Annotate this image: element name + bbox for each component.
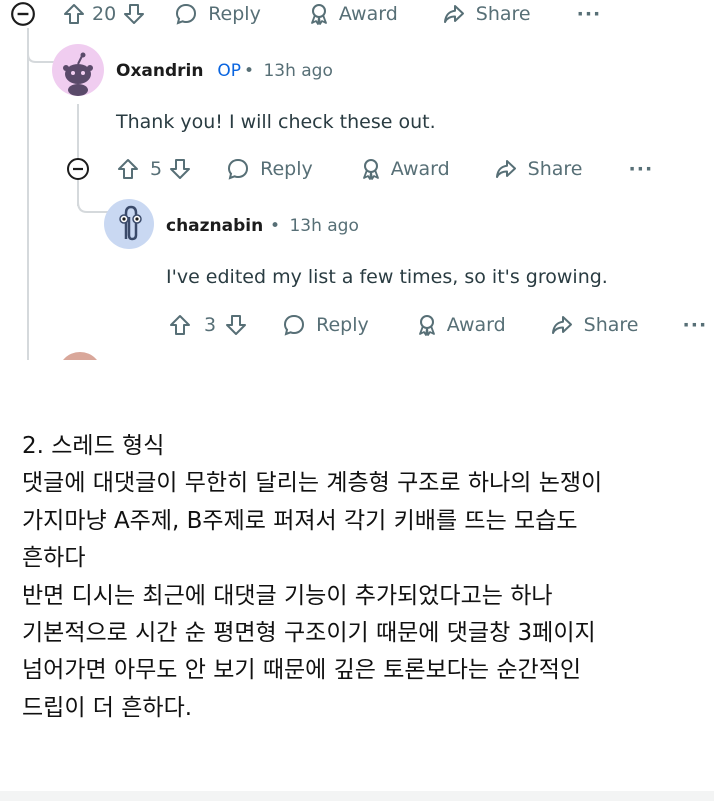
downvote-icon[interactable] — [168, 157, 192, 181]
comment-meta: • 13h ago — [244, 61, 333, 81]
award-icon — [359, 157, 383, 181]
share-label: Share — [583, 314, 639, 336]
reddit-thread-screenshot: 20 Reply Award Share ··· Oxandrin OP • 1… — [0, 0, 714, 360]
score: 20 — [92, 3, 117, 25]
reply-icon — [226, 157, 250, 181]
score: 3 — [204, 314, 217, 336]
article-line: 넘어가면 아무도 안 보기 때문에 깊은 토론보다는 순간적인 — [22, 657, 582, 684]
thread-line-main — [27, 28, 29, 360]
username[interactable]: Oxandrin OP — [116, 61, 241, 81]
article-line: 흔하다 — [22, 545, 86, 572]
comment2-action-row: 3 Reply Award Share ··· — [168, 311, 707, 339]
article-line: 반면 디시는 최근에 대댓글 기능이 추가되었다고는 하나 — [22, 582, 553, 609]
upvote-icon[interactable] — [116, 157, 140, 181]
article-heading: 2. 스레드 형식 — [22, 433, 165, 459]
comment1-action-row: 5 Reply Award Share ··· — [66, 155, 653, 183]
more-options-icon[interactable]: ··· — [629, 158, 654, 180]
upvote-icon[interactable] — [168, 313, 192, 337]
clip-avatar-icon — [119, 205, 142, 241]
bottom-divider — [0, 791, 714, 801]
reply-icon — [174, 2, 198, 26]
timestamp[interactable]: 13h ago — [289, 216, 358, 236]
op-badge: OP — [217, 61, 242, 81]
avatar[interactable] — [52, 44, 104, 96]
award-icon — [307, 2, 331, 26]
award-button[interactable]: Award — [415, 313, 506, 337]
thread-line-sub — [77, 104, 79, 158]
snoo-avatar-icon — [63, 52, 93, 96]
share-icon — [550, 313, 574, 337]
reply-label: Reply — [260, 158, 313, 180]
article-line: 기본적으로 시간 순 평면형 구조이기 때문에 댓글창 3페이지 — [22, 620, 596, 647]
award-label: Award — [390, 158, 450, 180]
score: 5 — [150, 158, 163, 180]
username-text[interactable]: chaznabin — [166, 216, 263, 236]
share-label: Share — [527, 158, 583, 180]
share-button[interactable]: Share — [550, 313, 639, 337]
username[interactable]: chaznabin — [166, 216, 263, 236]
article-line: 드립이 더 흔하다. — [22, 694, 193, 721]
award-label: Award — [338, 3, 398, 25]
reply-icon — [282, 313, 306, 337]
reply-button[interactable]: Reply — [226, 157, 313, 181]
comment-body: Thank you! I will check these out. — [116, 111, 436, 133]
reply-label: Reply — [208, 3, 261, 25]
reply-button[interactable]: Reply — [282, 313, 369, 337]
downvote-icon[interactable] — [224, 313, 248, 337]
award-label: Award — [446, 314, 506, 336]
comment-meta: • 13h ago — [270, 216, 359, 236]
comment-body: I've edited my list a few times, so it's… — [166, 266, 608, 288]
timestamp[interactable]: 13h ago — [263, 61, 332, 81]
meta-dot: • — [270, 216, 281, 236]
avatar[interactable] — [104, 199, 154, 249]
award-button[interactable]: Award — [359, 157, 450, 181]
more-options-icon[interactable]: ··· — [577, 3, 602, 25]
award-icon — [415, 313, 439, 337]
more-options-icon[interactable]: ··· — [683, 314, 708, 336]
next-comment-avatar[interactable] — [58, 352, 102, 360]
username-text[interactable]: Oxandrin — [116, 61, 203, 81]
share-button[interactable]: Share — [442, 2, 531, 26]
share-button[interactable]: Share — [494, 157, 583, 181]
collapse-icon[interactable] — [10, 1, 36, 27]
meta-dot: • — [244, 61, 255, 81]
collapse-icon[interactable] — [66, 157, 90, 181]
thread-branch-curve-2 — [77, 180, 109, 213]
share-icon — [494, 157, 518, 181]
top-action-row: 20 Reply Award Share ··· — [10, 0, 601, 28]
reply-button[interactable]: Reply — [174, 2, 261, 26]
award-button[interactable]: Award — [307, 2, 398, 26]
downvote-icon[interactable] — [122, 2, 146, 26]
share-label: Share — [475, 3, 531, 25]
article-line: 가지마냥 A주제, B주제로 퍼져서 각기 키배를 뜨는 모습도 — [22, 507, 578, 534]
reply-label: Reply — [316, 314, 369, 336]
share-icon — [442, 2, 466, 26]
article-line: 댓글에 대댓글이 무한히 달리는 계층형 구조로 하나의 논쟁이 — [22, 470, 603, 497]
article-body: 2. 스레드 형식 댓글에 대댓글이 무한히 달리는 계층형 구조로 하나의 논… — [22, 428, 702, 727]
upvote-icon[interactable] — [62, 2, 86, 26]
